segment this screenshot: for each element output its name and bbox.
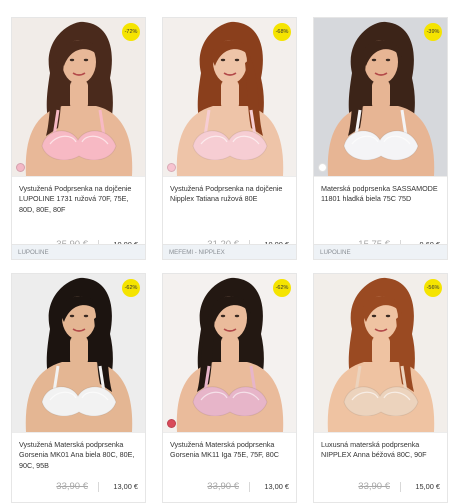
old-price: 33,90 € bbox=[56, 481, 88, 492]
product-image[interactable]: -68% bbox=[163, 18, 296, 177]
product-card[interactable]: -39% Materská podprsenka SASSAMODE 11801… bbox=[313, 17, 448, 260]
current-price: 13,00 € bbox=[113, 482, 138, 491]
brand-bar: LUPOLINE bbox=[314, 244, 447, 259]
brand-bar: MEFEMI - NIPPLEX bbox=[163, 244, 296, 259]
price-row: 33,90 € 13,00 € bbox=[19, 480, 138, 494]
product-photo-illustration bbox=[163, 18, 296, 176]
product-photo-illustration bbox=[163, 274, 296, 432]
product-image[interactable]: -62% bbox=[163, 274, 296, 433]
product-photo-illustration bbox=[314, 18, 447, 176]
product-name[interactable]: Vystužená Podprsenka na dojčenie Nipplex… bbox=[170, 184, 291, 205]
product-grid: -72% Vystužená Podprsenka na dojčenie LU… bbox=[0, 0, 460, 503]
product-name[interactable]: Vystužená Podprsenka na dojčenie LUPOLIN… bbox=[19, 184, 140, 215]
brand-label[interactable]: LUPOLINE bbox=[18, 245, 49, 259]
old-price: 33,90 € bbox=[207, 481, 239, 492]
product-photo-illustration bbox=[12, 18, 145, 176]
product-image[interactable]: -39% bbox=[314, 18, 447, 177]
color-swatch[interactable] bbox=[167, 163, 176, 172]
discount-badge: -72% bbox=[122, 23, 140, 41]
product-card[interactable]: -72% Vystužená Podprsenka na dojčenie LU… bbox=[11, 17, 146, 260]
product-photo-illustration bbox=[12, 274, 145, 432]
product-name[interactable]: Vystužená Materská podprsenka Gorsenia M… bbox=[19, 440, 140, 471]
product-card[interactable]: -62% Vystužená Materská podprsenka Gorse… bbox=[11, 273, 146, 503]
product-card[interactable]: -68% Vystužená Podprsenka na dojčenie Ni… bbox=[162, 17, 297, 260]
color-swatch[interactable] bbox=[16, 163, 25, 172]
product-name[interactable]: Materská podprsenka SASSAMODE 11801 hlad… bbox=[321, 184, 442, 205]
price-separator bbox=[400, 482, 401, 492]
price-row: 33,90 € 13,00 € bbox=[170, 480, 289, 494]
price-separator bbox=[98, 482, 99, 492]
product-image[interactable]: -56% bbox=[314, 274, 447, 433]
brand-label[interactable]: MEFEMI - NIPPLEX bbox=[169, 245, 225, 259]
old-price: 33,90 € bbox=[358, 481, 390, 492]
brand-bar: LUPOLINE bbox=[12, 244, 145, 259]
price-row: 33,90 € 15,00 € bbox=[321, 480, 440, 494]
product-card[interactable]: -56% Luxusná materská podprsenka NIPPLEX… bbox=[313, 273, 448, 503]
discount-badge: -56% bbox=[424, 279, 442, 297]
current-price: 15,00 € bbox=[415, 482, 440, 491]
product-name[interactable]: Vystužená Materská podprsenka Gorsenia M… bbox=[170, 440, 291, 461]
product-card[interactable]: -62% Vystužená Materská podprsenka Gorse… bbox=[162, 273, 297, 503]
price-separator bbox=[249, 482, 250, 492]
product-photo-illustration bbox=[314, 274, 447, 432]
product-image[interactable]: -72% bbox=[12, 18, 145, 177]
brand-label[interactable]: LUPOLINE bbox=[320, 245, 351, 259]
color-swatch[interactable] bbox=[167, 419, 176, 428]
discount-badge: -39% bbox=[424, 23, 442, 41]
discount-badge: -68% bbox=[273, 23, 291, 41]
product-name[interactable]: Luxusná materská podprsenka NIPPLEX Anna… bbox=[321, 440, 442, 461]
color-swatch[interactable] bbox=[318, 163, 327, 172]
product-image[interactable]: -62% bbox=[12, 274, 145, 433]
discount-badge: -62% bbox=[273, 279, 291, 297]
discount-badge: -62% bbox=[122, 279, 140, 297]
current-price: 13,00 € bbox=[264, 482, 289, 491]
